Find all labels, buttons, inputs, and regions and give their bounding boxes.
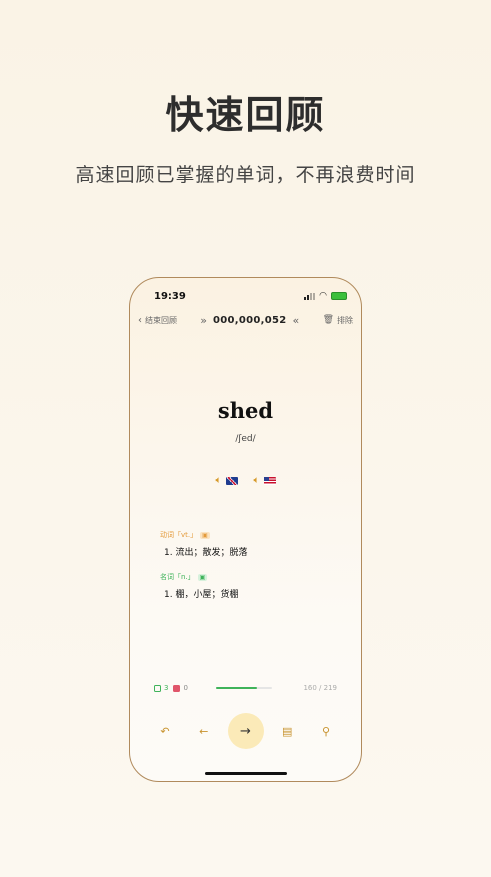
promo-headline: 快速回顾 — [165, 93, 326, 137]
promo-subline: 高速回顾已掌握的单词，不再浪费时间 — [75, 164, 416, 186]
trash-icon: 🗑 — [322, 315, 334, 325]
counter-value: 000,000,052 — [213, 314, 287, 326]
undo-button[interactable]: ↶ — [150, 716, 180, 746]
end-review-label: 结束回顾 — [145, 315, 177, 325]
double-chevron-left-icon: « — [292, 313, 300, 327]
arrow-right-icon: → — [240, 723, 251, 739]
phone-frame: 19:39 ◠ ‹ 结束回顾 » 000,000,052 « 🗑 排除 shed… — [129, 277, 362, 782]
check-icon — [154, 684, 161, 692]
top-nav-bar: ‹ 结束回顾 » 000,000,052 « 🗑 排除 — [138, 313, 353, 327]
search-button[interactable]: ⚲ — [311, 716, 341, 746]
definition-meaning: 1. 流出；散发；脱落 — [164, 548, 248, 558]
book-button[interactable]: ▤ — [272, 716, 302, 746]
status-bar: 19:39 ◠ — [154, 289, 347, 303]
pronunciation-row: 🔈︎ 🔈︎ — [130, 475, 361, 486]
uk-flag-icon — [225, 476, 238, 485]
correct-value: 3 — [164, 684, 169, 692]
double-chevron-right-icon: » — [200, 313, 208, 327]
arrow-left-icon: ← — [199, 724, 209, 738]
pos-text: 名词「n.」 — [160, 573, 195, 581]
undo-icon: ↶ — [160, 724, 170, 738]
wifi-icon: ◠ — [319, 291, 327, 301]
pos-tag-icon: ▣ — [197, 573, 208, 581]
wrong-value: 0 — [183, 684, 188, 692]
next-button[interactable]: → — [227, 713, 264, 749]
status-icons: ◠ — [304, 291, 347, 301]
word-counter: » 000,000,052 « — [200, 314, 299, 327]
wrong-count: 0 — [173, 684, 188, 692]
pos-text: 动词「vt.」 — [160, 531, 198, 539]
word-phonetic: /ʃed/ — [235, 434, 256, 444]
battery-icon — [331, 292, 347, 300]
pos-label-verb: 动词「vt.」 ▣ — [160, 529, 210, 541]
definition-meaning: 1. 棚，小屋；货棚 — [164, 590, 239, 600]
word-title: shed — [217, 398, 274, 423]
progress-fill — [215, 687, 257, 689]
book-icon: ▤ — [282, 724, 293, 738]
definitions: 动词「vt.」 ▣ 1. 流出；散发；脱落 名词「n.」 ▣ 1. 棚，小屋；货… — [160, 522, 341, 606]
progress-bar — [215, 687, 272, 689]
cross-icon — [173, 684, 181, 692]
exclude-button[interactable]: 🗑 排除 — [323, 315, 353, 326]
correct-count: 3 — [154, 684, 168, 692]
us-flag-icon — [263, 476, 276, 485]
play-uk-button[interactable]: 🔈︎ — [216, 475, 238, 486]
page-count: 160 / 219 — [303, 684, 337, 692]
signal-icon — [304, 292, 316, 300]
progress-row: 3 0 160 / 219 — [154, 682, 337, 694]
home-indicator — [205, 772, 287, 775]
exclude-label: 排除 — [337, 315, 353, 325]
chevron-left-icon: ‹ — [138, 314, 142, 326]
status-time: 19:39 — [154, 290, 186, 302]
bottom-toolbar: ↶ ← → ▤ ⚲ — [150, 713, 341, 749]
end-review-button[interactable]: ‹ 结束回顾 — [138, 315, 177, 326]
pos-tag-icon: ▣ — [200, 531, 210, 539]
pos-label-noun: 名词「n.」 ▣ — [160, 571, 208, 583]
previous-button[interactable]: ← — [189, 716, 219, 746]
speaker-icon: 🔈︎ — [215, 475, 222, 486]
search-icon: ⚲ — [321, 724, 331, 738]
speaker-icon: 🔈︎ — [253, 475, 260, 486]
play-us-button[interactable]: 🔈︎ — [254, 475, 276, 486]
